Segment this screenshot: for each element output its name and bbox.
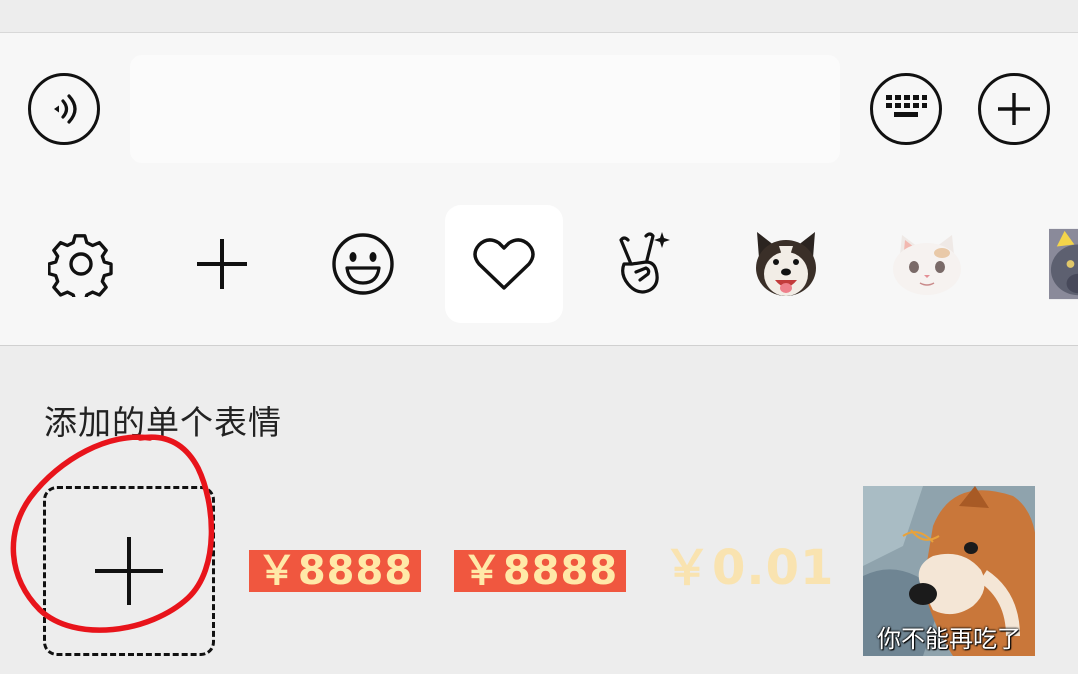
chat-input-bar	[0, 33, 1078, 183]
heart-icon	[473, 238, 535, 290]
plus-icon	[998, 93, 1030, 125]
voice-wave-icon	[54, 94, 77, 124]
smiley-icon	[332, 233, 394, 295]
plus-icon	[197, 239, 247, 289]
gear-icon	[48, 234, 113, 297]
tab-add[interactable]	[163, 205, 281, 323]
white-cat-image	[893, 235, 961, 295]
section-title: 添加的单个表情	[44, 403, 282, 442]
add-sticker-button[interactable]	[43, 486, 215, 656]
sticker-shiba-dog[interactable]: 你不能再吃了	[863, 486, 1035, 656]
tab-settings[interactable]	[22, 205, 140, 323]
tab-favorites[interactable]	[445, 205, 563, 323]
keyboard-button[interactable]	[870, 73, 942, 145]
tab-sticker-pack-dog[interactable]	[727, 205, 845, 323]
sticker-panel: 添加的单个表情 ￥8888 ￥8888 ￥0.01 你不能再吃了	[0, 346, 1078, 674]
husky-dog-image	[756, 232, 816, 296]
victory-hand-icon	[619, 232, 670, 294]
tab-sticker-pack-cat[interactable]	[868, 205, 986, 323]
voice-input-button[interactable]	[28, 73, 100, 145]
message-input[interactable]	[130, 55, 840, 163]
sticker-price-tag[interactable]: ￥8888	[249, 550, 421, 592]
gray-cat-image	[1049, 228, 1078, 300]
emoji-tab-bar	[0, 183, 1078, 346]
tab-sticker-pack-gray-cat[interactable]	[1009, 205, 1078, 323]
tab-emoji[interactable]	[304, 205, 422, 323]
more-functions-button[interactable]	[978, 73, 1050, 145]
sticker-price-faint[interactable]: ￥0.01	[663, 542, 835, 594]
sticker-caption: 你不能再吃了	[877, 625, 1021, 653]
keyboard-icon	[886, 95, 927, 117]
plus-icon	[95, 537, 163, 605]
top-strip	[0, 0, 1078, 33]
tab-gesture[interactable]	[586, 205, 704, 323]
sticker-price-tag[interactable]: ￥8888	[454, 550, 626, 592]
